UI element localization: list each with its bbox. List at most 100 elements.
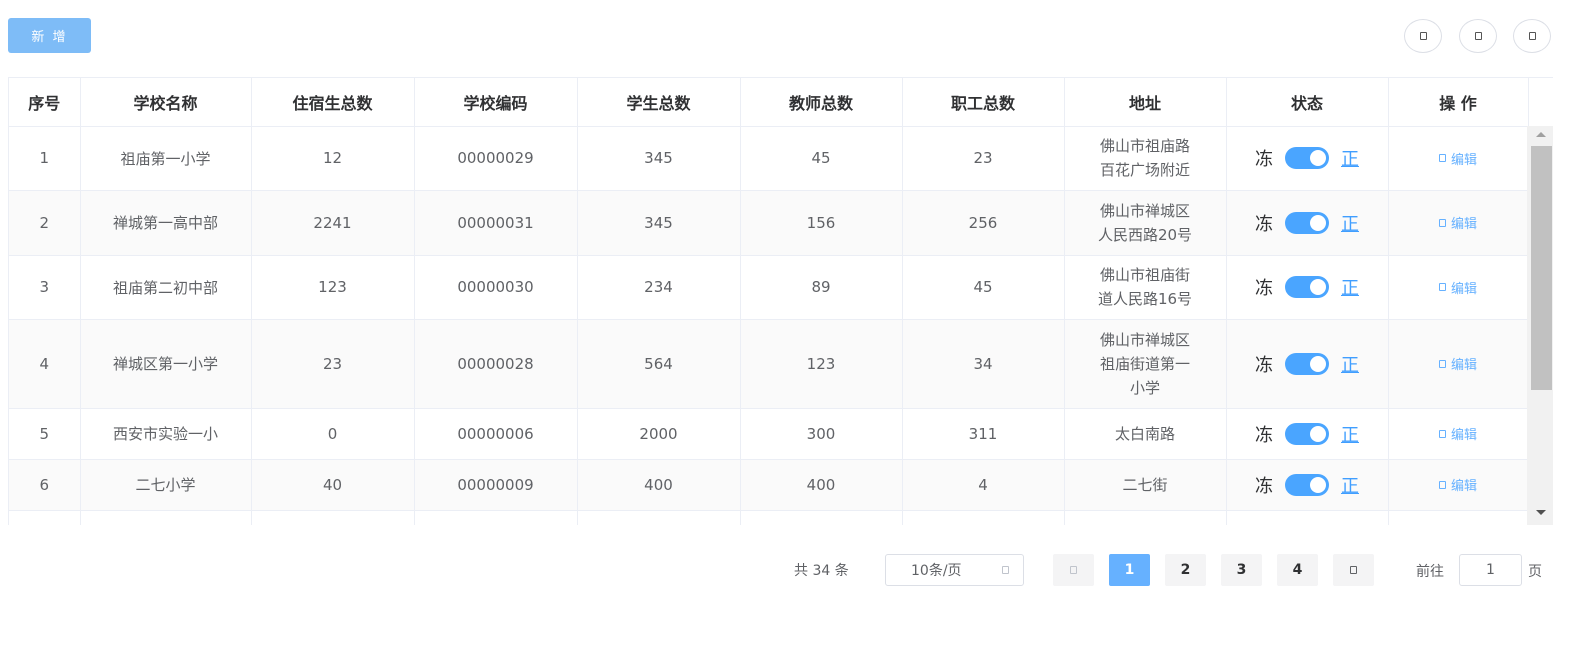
header-status: 状态: [1226, 78, 1389, 127]
table-row: 3 祖庙第二初中部 123 00000030 234 89 45 佛山市祖庙街 …: [9, 255, 1529, 320]
status-active-label: 正: [1341, 475, 1359, 497]
status-switch[interactable]: [1285, 276, 1329, 298]
page-4-button[interactable]: 4: [1277, 554, 1318, 586]
table-header-row: 序号 学校名称 住宿生总数 学校编码 学生总数 教师总数 职工总数 地址 状态 …: [9, 78, 1529, 127]
prev-page-button[interactable]: [1053, 554, 1094, 586]
scroll-up-arrow-icon[interactable]: [1536, 132, 1546, 137]
status-switch[interactable]: [1285, 147, 1329, 169]
status-switch[interactable]: [1285, 352, 1329, 375]
scrollbar-thumb[interactable]: [1531, 146, 1552, 390]
status-switch[interactable]: [1285, 422, 1329, 445]
switch-knob: [1310, 279, 1326, 295]
table-row: 6 二七小学 40 00000009 400 400 4 二七街 冻 正 编辑: [9, 459, 1529, 511]
header-index: 序号: [9, 78, 81, 127]
page-1-button[interactable]: 1: [1109, 554, 1150, 586]
goto-page-input[interactable]: [1459, 554, 1522, 586]
status-inactive-label: 冻: [1255, 149, 1273, 170]
header-actions: 操 作: [1388, 78, 1529, 127]
edit-button[interactable]: 编辑: [1438, 149, 1477, 168]
chevron-left-icon: [1070, 566, 1077, 574]
cell-address: 佛山市禅城区 人民西路20号: [1064, 190, 1227, 256]
add-button[interactable]: 新 增: [8, 18, 91, 53]
edit-button[interactable]: 编辑: [1438, 475, 1477, 495]
cell-staff: 45: [902, 255, 1065, 320]
status-inactive-label: 冻: [1255, 278, 1273, 299]
cell-teachers: 89: [740, 255, 903, 320]
cell-school-name: 禅城区第一小学: [80, 319, 252, 409]
address-line: 道人民路16号: [1097, 290, 1193, 308]
page-3-button[interactable]: 3: [1221, 554, 1262, 586]
cell-school-code: 00000031: [414, 190, 578, 256]
cell-actions: 编辑: [1388, 319, 1529, 409]
address-line: 二七街: [1122, 475, 1168, 494]
status-active-label: 正: [1341, 213, 1359, 235]
cell-boarders: 12: [251, 126, 415, 191]
cell-staff: 23: [902, 126, 1065, 191]
header-staff: 职工总数: [902, 78, 1065, 127]
header-school-name: 学校名称: [80, 78, 252, 127]
cell-teachers: 400: [740, 459, 903, 511]
cell-status: 冻 正: [1226, 255, 1389, 320]
page-size-select[interactable]: 10条/页: [885, 554, 1024, 586]
status-switch[interactable]: [1285, 211, 1329, 234]
edit-button[interactable]: 编辑: [1438, 278, 1477, 297]
status-inactive-label: 冻: [1255, 354, 1273, 376]
page-size-value: 10条/页: [911, 563, 962, 579]
cell-address: 二七街: [1064, 459, 1227, 511]
edit-icon: [1438, 218, 1446, 227]
goto-label: 前往: [1416, 564, 1444, 580]
cell-address: 佛山市祖庙路 百花广场附近: [1064, 126, 1227, 191]
edit-label: 编辑: [1450, 479, 1477, 495]
cell-status: 冻 正: [1226, 459, 1389, 511]
cell-boarders: 2241: [251, 190, 415, 256]
edit-icon: [1438, 359, 1446, 368]
header-boarders: 住宿生总数: [251, 78, 415, 127]
status-switch[interactable]: [1285, 473, 1329, 496]
switch-knob: [1310, 150, 1326, 166]
scroll-down-arrow-icon[interactable]: [1536, 510, 1546, 515]
switch-knob: [1310, 355, 1326, 372]
switch-knob: [1310, 476, 1326, 493]
cell-actions: 编辑: [1388, 255, 1529, 320]
next-page-button[interactable]: [1333, 554, 1374, 586]
address-line: 佛山市禅城区: [1099, 330, 1190, 349]
cell-status: 冻 正: [1226, 126, 1389, 191]
columns-button[interactable]: [1459, 19, 1497, 53]
address-line: 祖庙街道第一: [1099, 354, 1190, 373]
table-row: 5 西安市实验一小 0 00000006 2000 300 311 太白南路 冻…: [9, 408, 1529, 460]
cell-status: 冻 正: [1226, 319, 1389, 409]
cell-address: 佛山市禅城区 祖庙街道第一 小学: [1064, 319, 1227, 409]
cell-school-code: 00000006: [414, 408, 578, 460]
edit-button[interactable]: 编辑: [1438, 213, 1477, 232]
table-row-partial: [9, 510, 1529, 525]
edit-button[interactable]: 编辑: [1438, 424, 1477, 443]
cell-teachers: 45: [740, 126, 903, 191]
search-toggle-button[interactable]: [1513, 19, 1551, 53]
cell-boarders: 40: [251, 459, 415, 511]
switch-knob: [1310, 214, 1326, 231]
cell-students: 345: [577, 126, 741, 191]
cell-teachers: 156: [740, 190, 903, 256]
refresh-button[interactable]: [1404, 19, 1442, 53]
address-line: 太白南路: [1114, 424, 1175, 443]
cell-index: 6: [9, 459, 81, 511]
cell-status: 冻 正: [1226, 408, 1389, 460]
edit-label: 编辑: [1450, 281, 1477, 297]
cell-status: 冻 正: [1226, 190, 1389, 256]
address-line: 佛山市祖庙街: [1099, 266, 1190, 284]
cell-actions: 编辑: [1388, 126, 1529, 191]
address-line: 小学: [1129, 378, 1160, 397]
header-teachers: 教师总数: [740, 78, 903, 127]
cell-address: 太白南路: [1064, 408, 1227, 460]
cell-actions: 编辑: [1388, 408, 1529, 460]
address-line: 佛山市禅城区: [1099, 201, 1190, 220]
page-2-button[interactable]: 2: [1165, 554, 1206, 586]
edit-icon: [1438, 480, 1446, 489]
columns-icon: [1474, 32, 1482, 40]
cell-actions: 编辑: [1388, 459, 1529, 511]
cell-school-name: 祖庙第二初中部: [80, 255, 252, 320]
edit-icon: [1438, 429, 1446, 438]
cell-school-name: 二七小学: [80, 459, 252, 511]
status-inactive-label: 冻: [1255, 424, 1273, 446]
edit-button[interactable]: 编辑: [1438, 354, 1477, 373]
